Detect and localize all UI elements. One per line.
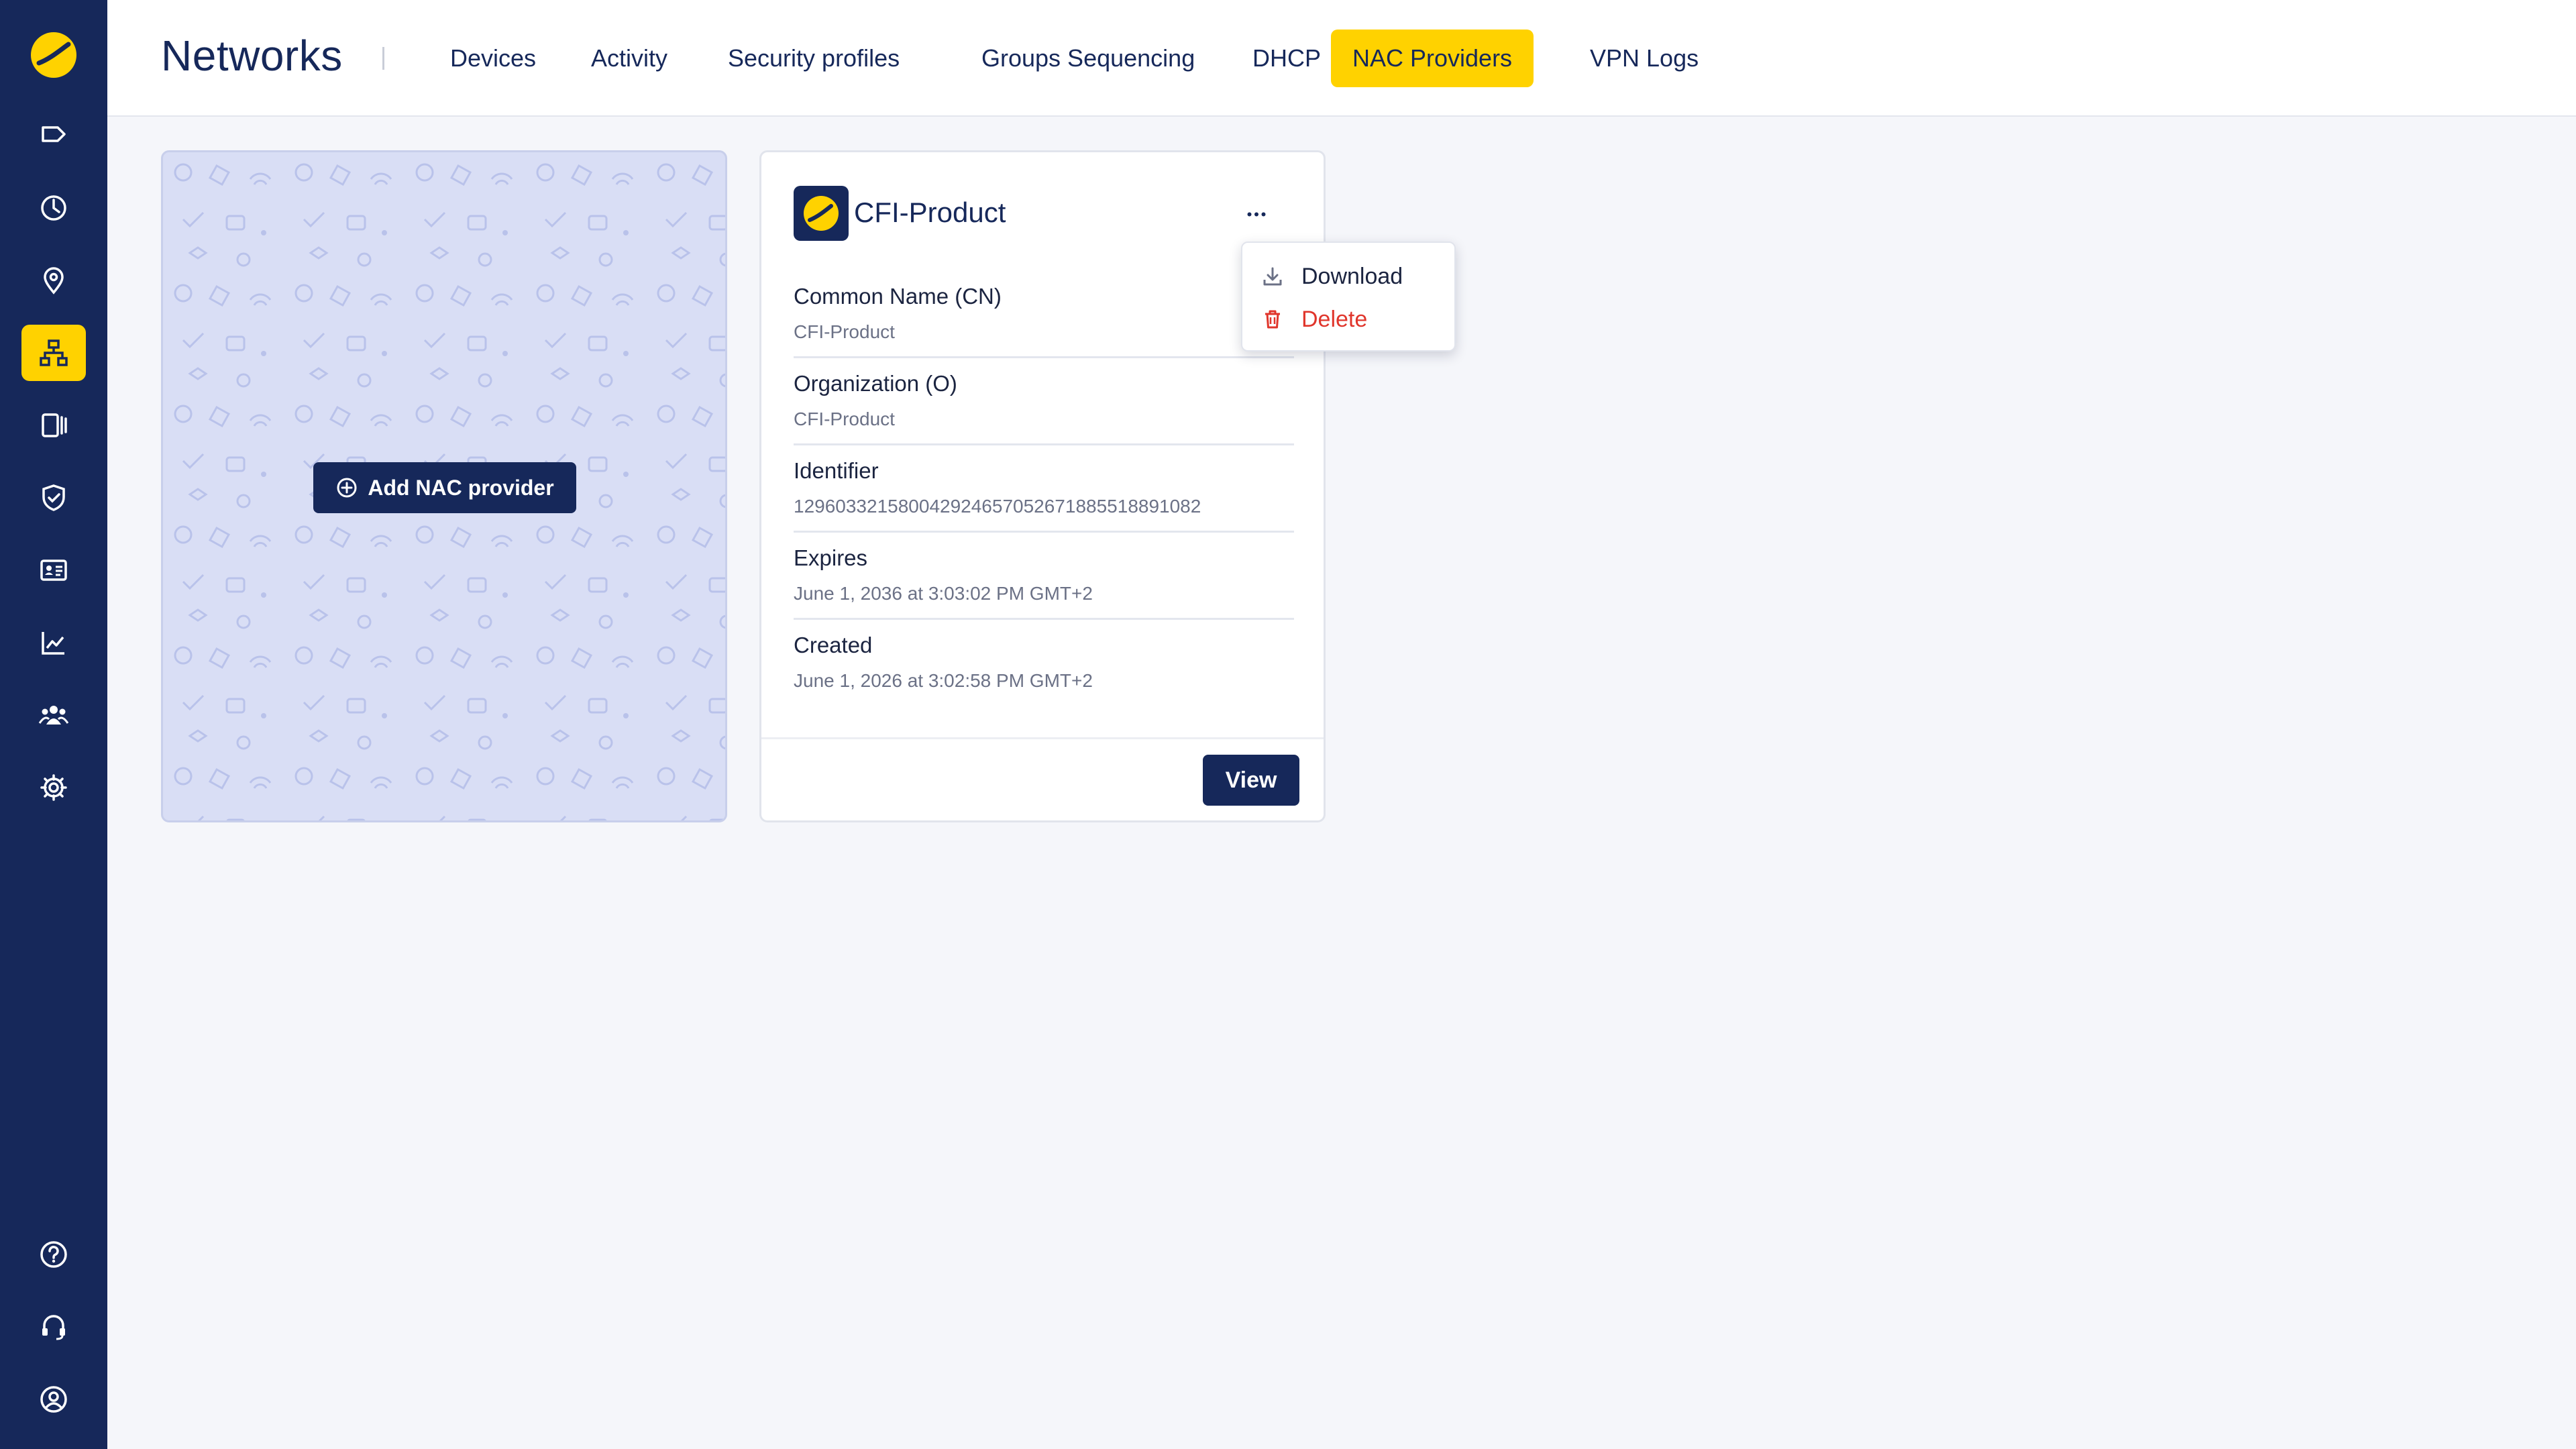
sidebar-item-users[interactable] — [21, 687, 86, 743]
sidebar-item-account[interactable] — [21, 1371, 86, 1428]
sidebar-item-locations[interactable] — [21, 252, 86, 309]
field-common-name: Common Name (CN) CFI-Product — [794, 284, 1294, 343]
field-label: Common Name (CN) — [794, 284, 1002, 309]
account-icon — [40, 1386, 67, 1413]
field-value: CFI-Product — [794, 409, 895, 429]
sidebar-item-support[interactable] — [21, 1299, 86, 1355]
devices-icon — [42, 413, 67, 437]
sidebar — [0, 0, 107, 1449]
tab-nac-providers[interactable]: NAC Providers — [1331, 30, 1534, 87]
divider — [794, 531, 1294, 533]
sidebar-item-tag[interactable] — [21, 107, 86, 164]
id-card-icon — [40, 559, 67, 581]
tab-vpn-logs[interactable]: VPN Logs — [1568, 30, 1720, 87]
help-icon — [40, 1241, 67, 1268]
shield-check-icon — [42, 484, 65, 511]
divider — [794, 356, 1294, 358]
tab-activity[interactable]: Activity — [570, 30, 689, 87]
settings-gear-icon — [40, 774, 67, 801]
provider-name: CFI-Product — [854, 197, 1006, 228]
field-label: Identifier — [794, 458, 879, 483]
download-label: Download — [1301, 263, 1403, 289]
dashboard-gauge-icon — [41, 195, 66, 221]
delete-label: Delete — [1301, 306, 1368, 332]
add-nac-provider-card[interactable]: Add NAC provider — [161, 150, 727, 822]
field-label: Organization (O) — [794, 371, 957, 396]
title-separator — [382, 47, 384, 70]
divider — [794, 443, 1294, 445]
top-bar: Networks Devices Activity Security profi… — [107, 0, 2576, 117]
menu-item-download[interactable]: Download — [1261, 258, 1403, 295]
page-title: Networks — [161, 32, 343, 80]
menu-item-delete[interactable]: Delete — [1261, 301, 1367, 338]
field-value: CFI-Product — [794, 321, 895, 342]
add-circle-icon — [337, 478, 357, 498]
download-icon — [1263, 267, 1282, 286]
options-dropdown-menu: Download Delete — [1241, 241, 1456, 352]
field-organization: Organization (O) CFI-Product — [794, 371, 1294, 430]
sidebar-item-identity[interactable] — [21, 542, 86, 598]
support-headset-icon — [42, 1315, 65, 1340]
provider-avatar — [794, 186, 849, 241]
field-expires: Expires June 1, 2036 at 3:03:02 PM GMT+2 — [794, 545, 1294, 604]
tab-dhcp[interactable]: DHCP — [1231, 30, 1342, 87]
field-label: Expires — [794, 545, 868, 570]
sidebar-item-help[interactable] — [21, 1226, 86, 1283]
tab-devices[interactable]: Devices — [429, 30, 557, 87]
field-label: Created — [794, 633, 873, 657]
cloudi-fi-logo[interactable] — [27, 28, 80, 82]
field-value: June 1, 2026 at 3:02:58 PM GMT+2 — [794, 670, 1093, 691]
provider-logo-icon — [804, 196, 839, 231]
sidebar-item-dashboard[interactable] — [21, 180, 86, 236]
tab-security-profiles[interactable]: Security profiles — [706, 30, 921, 87]
sidebar-item-analytics[interactable] — [21, 614, 86, 671]
users-icon — [38, 706, 69, 724]
sidebar-item-networks[interactable] — [21, 325, 86, 381]
card-footer-divider — [761, 737, 1324, 739]
field-identifier: Identifier 12960332158004292465705267188… — [794, 458, 1294, 517]
tag-icon — [42, 126, 66, 142]
field-value: 129603321580042924657052671885518891082 — [794, 496, 1201, 517]
tab-groups-sequencing[interactable]: Groups Sequencing — [960, 30, 1216, 87]
more-options-button[interactable] — [1238, 195, 1275, 233]
add-nac-provider-label: Add NAC provider — [368, 475, 554, 500]
analytics-chart-icon — [42, 632, 64, 655]
field-value: June 1, 2036 at 3:03:02 PM GMT+2 — [794, 583, 1093, 604]
sidebar-item-devices[interactable] — [21, 397, 86, 453]
logo-icon — [31, 32, 76, 78]
sidebar-item-settings[interactable] — [21, 759, 86, 816]
trash-icon — [1265, 310, 1280, 329]
sidebar-item-security[interactable] — [21, 470, 86, 526]
location-pin-icon — [44, 267, 64, 294]
network-icon — [40, 339, 68, 366]
more-horizontal-icon — [1247, 212, 1266, 216]
divider — [794, 618, 1294, 620]
field-created: Created June 1, 2026 at 3:02:58 PM GMT+2 — [794, 633, 1294, 692]
view-button[interactable]: View — [1203, 755, 1299, 806]
add-nac-provider-button[interactable]: Add NAC provider — [313, 462, 576, 513]
